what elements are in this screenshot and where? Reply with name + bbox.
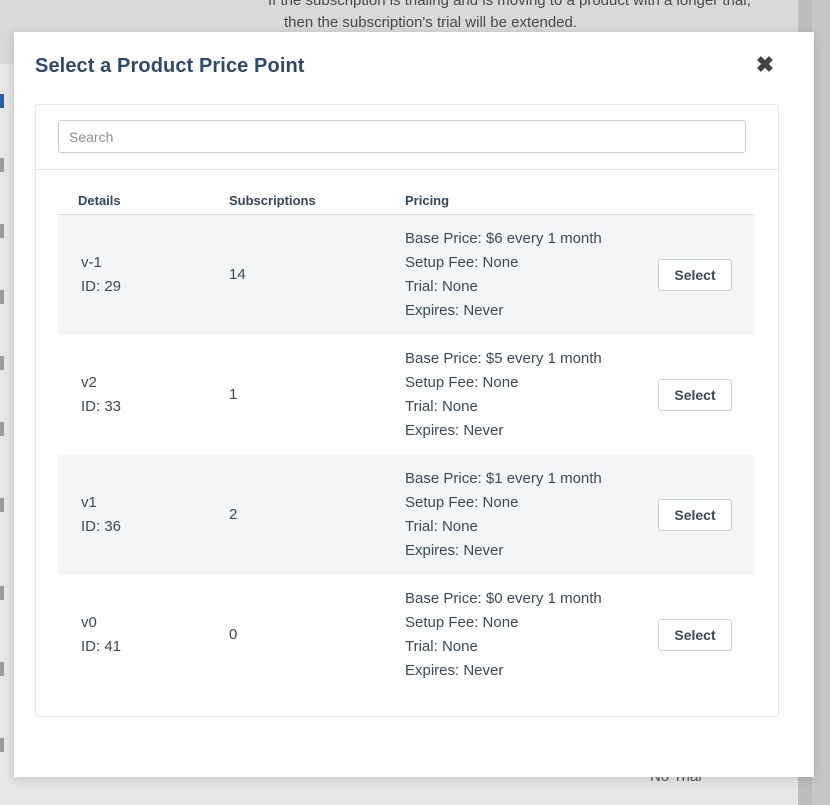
modal-title: Select a Product Price Point xyxy=(35,55,305,77)
expires: Expires: Never xyxy=(405,422,504,439)
column-header-subscriptions: Subscriptions xyxy=(229,193,316,208)
select-button[interactable]: Select xyxy=(658,619,732,651)
table-header: Details Subscriptions Pricing xyxy=(58,193,755,215)
base-price: Base Price: $6 every 1 month xyxy=(405,230,602,247)
price-point-name: v-1 xyxy=(81,254,102,271)
trial: Trial: None xyxy=(405,638,478,655)
subscriptions-count: 2 xyxy=(229,506,238,523)
base-price: Base Price: $1 every 1 month xyxy=(405,470,602,487)
select-button[interactable]: Select xyxy=(658,379,732,411)
price-point-modal: Select a Product Price Point ✖ Details S… xyxy=(14,32,814,777)
pricing-cell: Base Price: $1 every 1 month Setup Fee: … xyxy=(405,467,602,563)
subscriptions-count: 14 xyxy=(229,266,246,283)
price-point-panel: Details Subscriptions Pricing v-1 ID: 29… xyxy=(35,104,779,717)
base-price: Base Price: $5 every 1 month xyxy=(405,350,602,367)
trial: Trial: None xyxy=(405,398,478,415)
table-row: v2 ID: 33 1 Base Price: $5 every 1 month… xyxy=(58,335,755,455)
expires: Expires: Never xyxy=(405,302,504,319)
base-price: Base Price: $0 every 1 month xyxy=(405,590,602,607)
setup-fee: Setup Fee: None xyxy=(405,614,519,631)
pricing-cell: Base Price: $6 every 1 month Setup Fee: … xyxy=(405,227,602,323)
price-point-name: v0 xyxy=(81,614,97,631)
subscriptions-count: 1 xyxy=(229,386,238,403)
expires: Expires: Never xyxy=(405,662,504,679)
setup-fee: Setup Fee: None xyxy=(405,374,519,391)
pricing-cell: Base Price: $0 every 1 month Setup Fee: … xyxy=(405,587,602,683)
price-point-id: ID: 41 xyxy=(81,638,122,655)
trial: Trial: None xyxy=(405,278,478,295)
price-point-name: v2 xyxy=(81,374,97,391)
table-row: v-1 ID: 29 14 Base Price: $6 every 1 mon… xyxy=(58,215,755,335)
setup-fee: Setup Fee: None xyxy=(405,494,519,511)
trial: Trial: None xyxy=(405,518,478,535)
select-button[interactable]: Select xyxy=(658,499,732,531)
price-point-id: ID: 29 xyxy=(81,278,122,295)
close-icon[interactable]: ✖ xyxy=(754,52,776,78)
table-row: v1 ID: 36 2 Base Price: $1 every 1 month… xyxy=(58,455,755,575)
details-cell: v-1 ID: 29 xyxy=(81,251,121,299)
price-point-id: ID: 33 xyxy=(81,398,122,415)
details-cell: v2 ID: 33 xyxy=(81,371,121,419)
price-point-name: v1 xyxy=(81,494,97,511)
subscriptions-count: 0 xyxy=(229,626,238,643)
expires: Expires: Never xyxy=(405,542,504,559)
price-point-id: ID: 36 xyxy=(81,518,122,535)
pricing-cell: Base Price: $5 every 1 month Setup Fee: … xyxy=(405,347,602,443)
column-header-details: Details xyxy=(78,193,121,208)
select-button[interactable]: Select xyxy=(658,259,732,291)
search-input[interactable] xyxy=(58,120,746,153)
column-header-pricing: Pricing xyxy=(405,193,450,208)
table-row: v0 ID: 41 0 Base Price: $0 every 1 month… xyxy=(58,575,755,695)
details-cell: v0 ID: 41 xyxy=(81,611,121,659)
details-cell: v1 ID: 36 xyxy=(81,491,121,539)
setup-fee: Setup Fee: None xyxy=(405,254,519,271)
price-point-table: Details Subscriptions Pricing v-1 ID: 29… xyxy=(58,193,755,695)
search-bar xyxy=(36,105,778,170)
